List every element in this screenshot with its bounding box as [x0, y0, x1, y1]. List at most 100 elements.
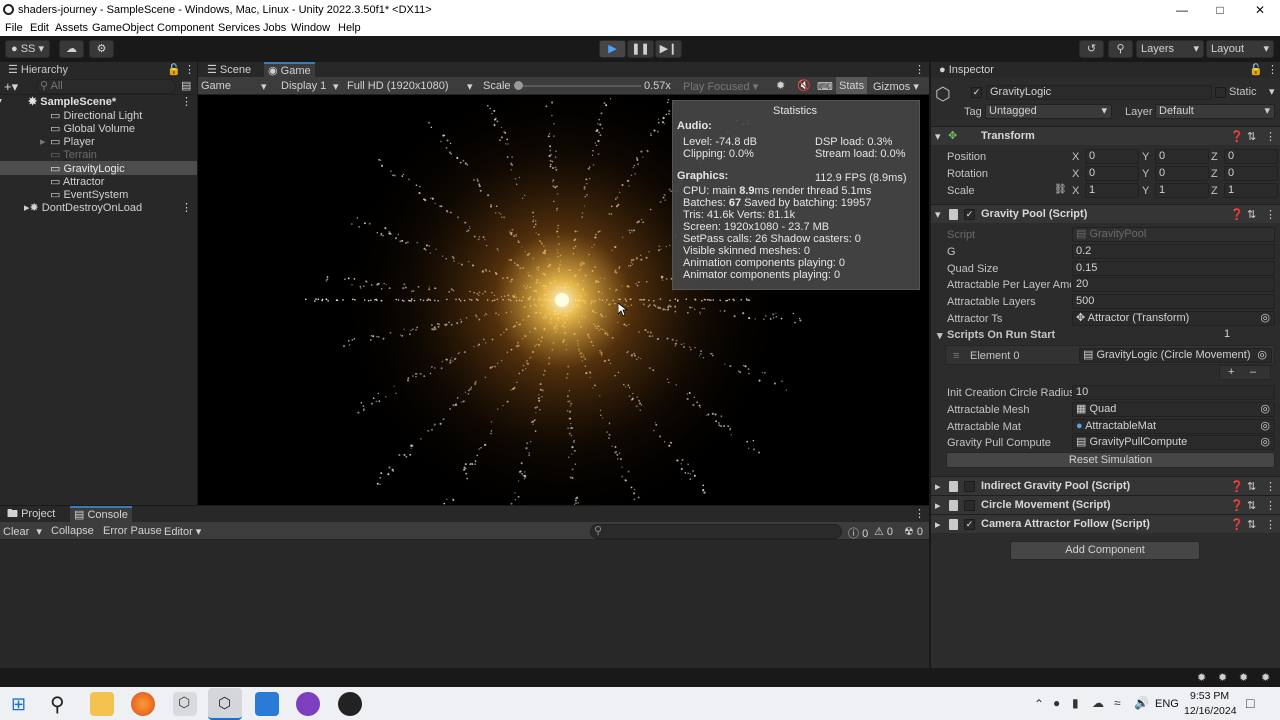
cache-icon[interactable]: ✹	[1218, 671, 1227, 684]
attractor-field[interactable]: ✥ Attractor (Transform) ◎	[1072, 311, 1275, 326]
maximize-icon[interactable]: □	[1200, 0, 1240, 20]
tray-chevron-icon[interactable]: ⌃	[1034, 697, 1044, 711]
transform-pos-x-input[interactable]: 0	[1085, 149, 1139, 164]
menu-gameobject[interactable]: GameObject	[92, 22, 154, 34]
expand-icon[interactable]: ▸	[935, 499, 941, 512]
language-indicator[interactable]: ENG	[1155, 698, 1179, 710]
hierarchy-search-input[interactable]: ⚲ All	[36, 79, 176, 94]
more-icon[interactable]: ⋮	[1265, 480, 1276, 493]
editor-dropdown[interactable]: Editor ▾	[164, 525, 201, 538]
object-picker-icon[interactable]: ◎	[1257, 349, 1267, 362]
g-input[interactable]: 0.2	[1072, 244, 1275, 259]
menu-file[interactable]: File	[5, 22, 23, 34]
game-app-icon[interactable]	[296, 692, 320, 716]
obs-icon[interactable]	[338, 692, 362, 716]
component-enabled-checkbox[interactable]: ✓	[964, 519, 975, 530]
firefox-icon[interactable]	[131, 692, 155, 716]
clear-dropdown[interactable]: Clear ▾	[3, 525, 42, 538]
compute-field[interactable]: ▤ GravityPullCompute ◎	[1072, 435, 1275, 450]
cloud-icon[interactable]: ☁	[59, 40, 84, 58]
per-layer-input[interactable]: 20	[1072, 277, 1275, 292]
vscode-icon[interactable]	[255, 692, 279, 716]
object-picker-icon[interactable]: ◎	[1260, 312, 1270, 325]
menu-help[interactable]: Help	[338, 22, 361, 34]
object-picker-icon[interactable]: ◎	[1260, 420, 1270, 433]
expand-icon[interactable]: ▾	[0, 95, 2, 108]
bug-icon[interactable]: ✹	[776, 79, 785, 92]
add-component-button[interactable]: Add Component	[1010, 541, 1200, 560]
tab-scene[interactable]: ☰ Scene	[203, 62, 256, 78]
volume-icon[interactable]: 🔊	[1134, 696, 1149, 710]
layers-dropdown[interactable]: Layers ▾	[1136, 40, 1204, 58]
preset-icon[interactable]: ⇅	[1247, 480, 1256, 493]
scale-slider-thumb[interactable]	[514, 81, 523, 90]
scripts-count-input[interactable]: 1	[1221, 328, 1275, 343]
expand-icon[interactable]: ▸	[40, 135, 46, 148]
transform-rot-y-input[interactable]: 0	[1155, 166, 1209, 181]
clock-time[interactable]: 9:53 PM	[1190, 690, 1229, 702]
preset-icon[interactable]: ⇅	[1247, 518, 1256, 531]
link-icon[interactable]: ⛓	[1054, 184, 1067, 195]
help-icon[interactable]: ❓	[1230, 130, 1244, 143]
minimize-icon[interactable]: —	[1162, 0, 1202, 20]
progress-icon[interactable]: ✹	[1239, 671, 1248, 684]
cloud-sync-icon[interactable]: ☁	[1092, 696, 1104, 710]
resolution-dropdown[interactable]: Full HD (1920x1080) ▾	[347, 80, 473, 93]
menu-edit[interactable]: Edit	[30, 22, 49, 34]
console-search-input[interactable]: ⚲	[590, 524, 842, 539]
close-icon[interactable]: ✕	[1240, 0, 1280, 20]
expand-icon[interactable]: ▾	[935, 208, 941, 221]
lock-icon[interactable]: 🔓	[167, 63, 181, 76]
hierarchy-item[interactable]: ▭ EventSystem	[50, 188, 128, 201]
stats-toggle[interactable]: Stats	[836, 77, 868, 94]
object-picker-icon[interactable]: ◎	[1260, 436, 1270, 449]
play-button[interactable]: ▶	[599, 40, 626, 58]
error-count[interactable]: ☢ 0	[904, 525, 923, 538]
layers-count-input[interactable]: 500	[1072, 294, 1275, 309]
tab-console[interactable]: ▤ Console	[70, 506, 132, 522]
collapse-toggle[interactable]: Collapse	[51, 525, 94, 537]
indirect-gravity-pool-header[interactable]: ▸ Indirect Gravity Pool (Script) ❓ ⇅ ⋮	[931, 476, 1280, 495]
warning-count[interactable]: ⚠ 0	[874, 525, 893, 538]
transform-header[interactable]: ▾ ✥ Transform ❓ ⇅ ⋮	[931, 126, 1280, 145]
chevron-down-icon[interactable]: ▾	[1269, 85, 1275, 98]
battery-icon[interactable]: ▮	[1072, 696, 1079, 710]
hierarchy-item-selected[interactable]: ▭ GravityLogic	[50, 162, 125, 175]
mesh-field[interactable]: ▦ Quad ◎	[1072, 402, 1275, 417]
gravity-pool-header[interactable]: ▾ ✓ Gravity Pool (Script) ❓ ⇅ ⋮	[931, 204, 1280, 223]
shortcuts-icon[interactable]: ⌨	[817, 80, 833, 93]
transform-rot-x-input[interactable]: 0	[1085, 166, 1139, 181]
layout-dropdown[interactable]: Layout ▾	[1206, 40, 1274, 58]
pause-button[interactable]: ❚❚	[627, 40, 654, 58]
more-icon[interactable]: ⋮	[1267, 63, 1278, 76]
tab-inspector[interactable]: ● Inspector	[935, 62, 998, 78]
expand-icon[interactable]: ▾	[935, 130, 941, 143]
preset-icon[interactable]: ⇅	[1247, 499, 1256, 512]
clock-date[interactable]: 12/16/2024	[1184, 705, 1237, 717]
preset-icon[interactable]: ⇅	[1247, 208, 1256, 221]
scene-root[interactable]: ▾ ✸ SampleScene*	[0, 95, 116, 108]
transform-rot-z-input[interactable]: 0	[1224, 166, 1278, 181]
tag-dropdown[interactable]: Untagged ▾	[985, 104, 1112, 119]
mute-audio-icon[interactable]: 🔇	[797, 79, 811, 92]
scene-more-icon[interactable]: ⋮	[181, 95, 192, 108]
circle-movement-header[interactable]: ▸ Circle Movement (Script) ❓ ⇅ ⋮	[931, 495, 1280, 514]
element-field[interactable]: ▤ GravityLogic (Circle Movement) ◎	[1079, 348, 1272, 363]
filter-icon[interactable]: ▤	[181, 79, 191, 92]
gizmos-dropdown[interactable]: Gizmos ▾	[873, 80, 919, 93]
unity-editor-icon[interactable]: ⬡	[208, 688, 242, 720]
notifications-icon[interactable]: □	[1246, 695, 1254, 711]
search-icon[interactable]: ⚲	[1108, 40, 1133, 58]
hierarchy-item-disabled[interactable]: ▭ Terrain	[50, 148, 97, 161]
file-explorer-icon[interactable]	[90, 692, 114, 716]
dontdestroy-more-icon[interactable]: ⋮	[181, 201, 192, 214]
transform-pos-z-input[interactable]: 0	[1224, 149, 1278, 164]
play-focused-dropdown[interactable]: Play Focused ▾	[683, 80, 758, 93]
step-button[interactable]: ▶❙	[655, 40, 682, 58]
help-icon[interactable]: ❓	[1230, 518, 1244, 531]
scale-slider-track[interactable]	[516, 85, 641, 87]
preset-icon[interactable]: ⇅	[1247, 130, 1256, 143]
hierarchy-item[interactable]: ▸ ▭ Player	[40, 135, 95, 148]
camera-attractor-follow-header[interactable]: ▸ ✓ Camera Attractor Follow (Script) ❓ ⇅…	[931, 514, 1280, 533]
more-icon[interactable]: ⋮	[1265, 518, 1276, 531]
